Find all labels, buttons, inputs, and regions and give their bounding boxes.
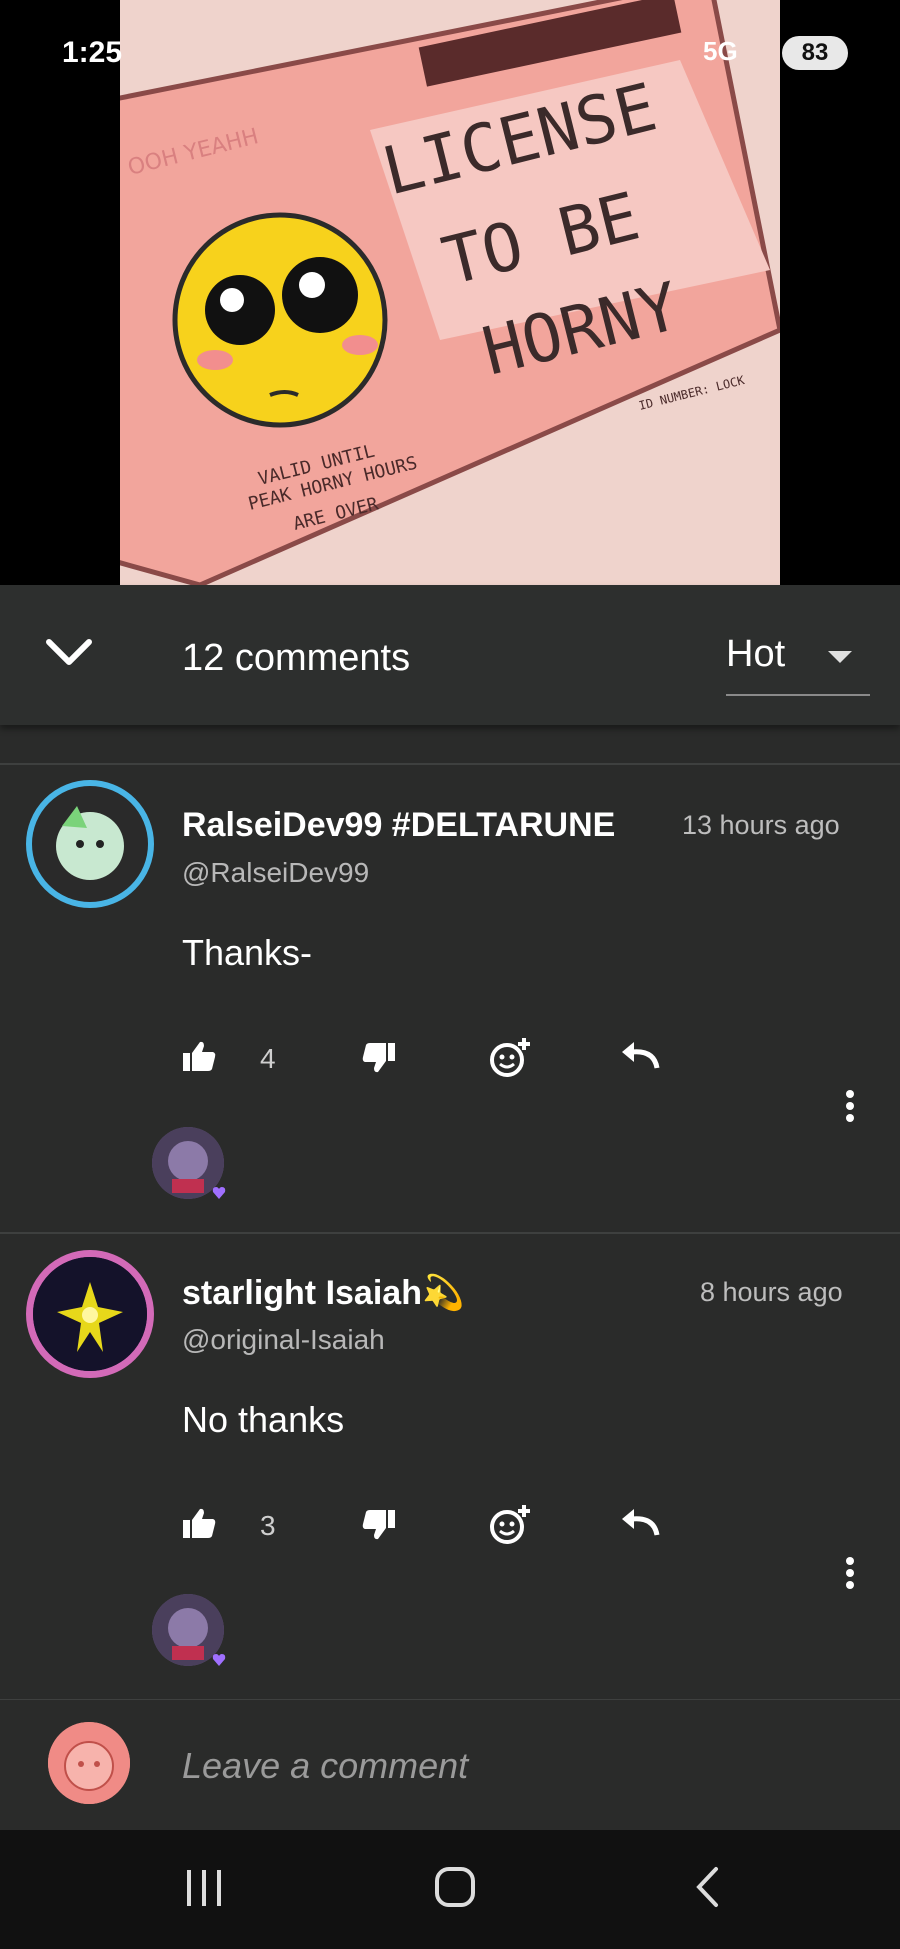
thumbs-up-icon[interactable] — [182, 1507, 216, 1539]
back-icon[interactable] — [694, 1866, 720, 1908]
sort-underline — [726, 694, 870, 696]
add-reaction-icon[interactable] — [488, 1503, 532, 1545]
license-card-illustration: LICENSE TO BE HORNY OOH YEAHH VALID UNTI… — [120, 0, 780, 585]
more-vertical-icon[interactable] — [843, 1090, 857, 1122]
thumbs-down-icon[interactable] — [362, 1509, 396, 1541]
home-icon[interactable] — [434, 1866, 476, 1908]
like-count: 3 — [260, 1510, 276, 1541]
status-time: 1:25 — [62, 36, 123, 69]
heart-icon — [212, 1653, 226, 1666]
divider — [0, 1232, 900, 1234]
avatar[interactable] — [26, 780, 154, 908]
recent-apps-icon[interactable] — [184, 1868, 224, 1908]
add-reaction-icon[interactable] — [488, 1036, 532, 1078]
avatar[interactable] — [26, 1250, 154, 1378]
status-network: 5G — [703, 36, 738, 66]
reply-icon[interactable] — [620, 1040, 660, 1070]
comment-handle[interactable]: @original-Isaiah — [182, 1324, 385, 1356]
reply-icon[interactable] — [620, 1507, 660, 1537]
post-image[interactable]: LICENSE TO BE HORNY OOH YEAHH VALID UNTI… — [120, 0, 780, 585]
comment-username[interactable]: starlight Isaiah💫 — [182, 1273, 464, 1313]
comment-timestamp: 8 hours ago — [700, 1277, 843, 1307]
user-avatar[interactable] — [48, 1722, 130, 1804]
thumbs-down-icon[interactable] — [362, 1042, 396, 1074]
comment-text: Thanks- — [182, 932, 313, 973]
comment-username[interactable]: RalseiDev99 #DELTARUNE — [182, 806, 615, 845]
more-vertical-icon[interactable] — [843, 1557, 857, 1589]
comment-timestamp: 13 hours ago — [682, 810, 840, 840]
like-count: 4 — [260, 1043, 276, 1074]
post-media: LICENSE TO BE HORNY OOH YEAHH VALID UNTI… — [0, 0, 900, 585]
heart-icon — [212, 1186, 226, 1199]
thumbs-up-icon[interactable] — [182, 1040, 216, 1072]
comments-count: 12 comments — [182, 637, 411, 679]
chevron-down-icon[interactable] — [44, 636, 94, 670]
comment-text: No thanks — [182, 1399, 345, 1440]
sort-dropdown[interactable]: Hot — [726, 633, 785, 676]
comment-handle[interactable]: @RalseiDev99 — [182, 857, 369, 889]
caret-down-icon[interactable] — [826, 648, 854, 666]
battery-indicator: 83 — [782, 36, 848, 70]
divider — [0, 763, 900, 765]
comment-input[interactable]: Leave a comment — [182, 1745, 468, 1787]
